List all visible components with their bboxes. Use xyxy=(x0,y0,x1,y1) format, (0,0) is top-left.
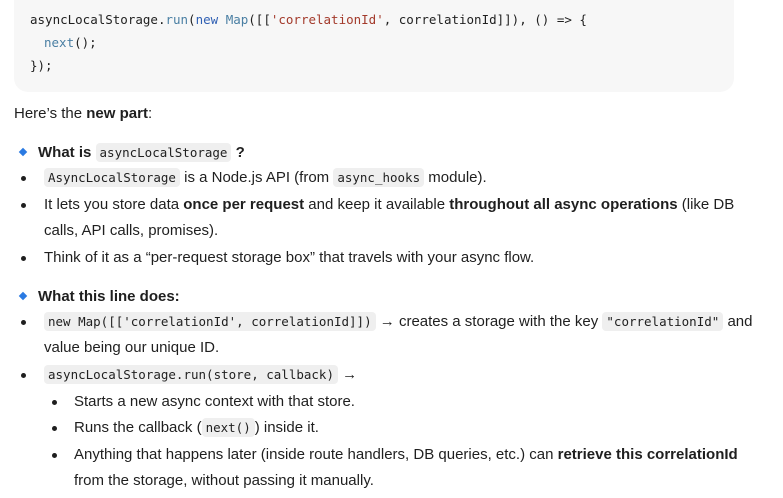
bullet-text: is a Node.js API (from xyxy=(179,169,334,186)
bullet-text: Runs the callback ( xyxy=(74,419,202,436)
code-line-2: next(); xyxy=(44,35,97,50)
bullet-text: and xyxy=(723,313,753,330)
intro-prefix: Here’s the xyxy=(14,105,87,122)
section2-bullet-1-line2: value being our unique ID. xyxy=(44,339,220,356)
section2-sub-3: Anything that happens later (inside rout… xyxy=(74,442,738,468)
bullet-dot-icon xyxy=(21,320,26,325)
section1-bullet-2: It lets you store data once per request … xyxy=(44,192,734,218)
section2-bullet-2: asyncLocalStorage.run(store, callback) → xyxy=(44,362,357,388)
sub-bullet-dot-icon xyxy=(52,453,57,458)
section2-sub-3-line2: from the storage, without passing it man… xyxy=(74,472,374,489)
sub-bullet-dot-icon xyxy=(52,426,57,431)
code-token: asyncLocalStorage xyxy=(30,12,158,27)
bullet-text: → xyxy=(337,366,358,383)
code-token: , correlationId]]), () => { xyxy=(383,12,587,27)
bullet-text: → creates a storage with the key xyxy=(375,313,603,330)
code-token: ( xyxy=(188,12,196,27)
bullet-text: It lets you store data xyxy=(44,196,184,213)
heading-text: ? xyxy=(235,144,245,161)
bullet-text: module). xyxy=(424,169,487,186)
code-line-3: }); xyxy=(30,58,53,73)
bullet-bold: throughout all async operations xyxy=(449,196,678,213)
section1-bullet-3: Think of it as a “per-request storage bo… xyxy=(44,249,535,266)
section1-heading: What is asyncLocalStorage ? xyxy=(38,140,245,166)
inline-code: async_hooks xyxy=(333,168,425,187)
code-token: (); xyxy=(74,35,97,50)
sub-bullet-dot-icon xyxy=(52,400,57,405)
bullet-text: and keep it available xyxy=(304,196,450,213)
bullet-dot-icon xyxy=(21,256,26,261)
inline-code: asyncLocalStorage xyxy=(95,143,232,162)
section2-heading: What this line does: xyxy=(38,284,180,310)
inline-code: AsyncLocalStorage xyxy=(44,168,180,187)
intro-bold: new part xyxy=(86,105,148,122)
diamond-bullet-icon xyxy=(18,147,28,157)
section2-sub-2: Runs the callback (next()) inside it. xyxy=(74,415,319,441)
code-line-1: asyncLocalStorage.run(new Map([['correla… xyxy=(30,12,587,27)
code-token: 'correlationId' xyxy=(270,12,384,27)
code-token: next xyxy=(44,35,75,50)
code-token: new xyxy=(195,12,219,27)
section2-bullet-1: new Map([['correlationId', correlationId… xyxy=(44,309,752,335)
section1-bullet-1: AsyncLocalStorage is a Node.js API (from… xyxy=(44,165,487,191)
inline-code: "correlationId" xyxy=(602,312,724,331)
code-token: ([[ xyxy=(248,12,271,27)
bullet-dot-icon xyxy=(21,203,26,208)
code-block: asyncLocalStorage.run(new Map([['correla… xyxy=(14,0,734,92)
section1-bullet-2-line2: calls, API calls, promises). xyxy=(44,222,219,239)
bullet-dot-icon xyxy=(21,176,26,181)
intro-suffix: : xyxy=(147,105,153,122)
section2-sub-1: Starts a new async context with that sto… xyxy=(74,393,355,410)
inline-code: asyncLocalStorage.run(store, callback) xyxy=(44,365,338,384)
bullet-text: ) inside it. xyxy=(254,419,319,436)
bullet-bold: once per request xyxy=(183,196,305,213)
bullet-text: (like DB xyxy=(677,196,735,213)
diamond-bullet-icon xyxy=(18,291,28,301)
inline-code: next() xyxy=(201,418,255,437)
heading-text: What is xyxy=(38,144,96,161)
bullet-bold: retrieve this correlationId xyxy=(557,446,738,463)
code-token: run xyxy=(165,12,189,27)
bullet-text: Anything that happens later (inside rout… xyxy=(74,446,558,463)
intro-text: Here’s the new part: xyxy=(14,101,152,127)
code-token: Map xyxy=(225,12,249,27)
heading-text: What this line does: xyxy=(38,288,180,305)
bullet-dot-icon xyxy=(21,373,26,378)
inline-code: new Map([['correlationId', correlationId… xyxy=(44,312,376,331)
